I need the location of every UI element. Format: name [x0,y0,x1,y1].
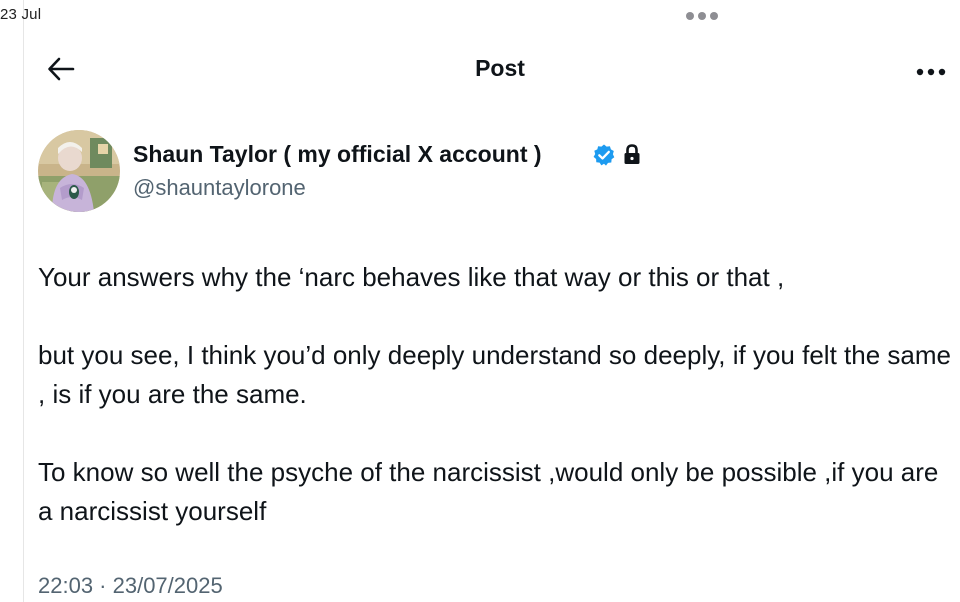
post-paragraph: To know so well the psyche of the narcis… [38,457,939,526]
page-title: Post [475,55,525,81]
post-paragraph: Your answers why the ‘narc behaves like … [38,262,785,292]
post-paragraph: but you see, I think you’d only deeply u… [38,340,951,409]
multitasking-dots-icon[interactable] [686,12,718,20]
verified-badge-icon[interactable] [592,143,616,167]
status-bar-date: 23 Jul [0,6,42,23]
author-display-name[interactable]: Shaun Taylor ( my official X account ) [133,141,542,168]
left-divider [23,0,24,602]
author-handle[interactable]: @shauntaylorone [133,175,306,201]
avatar[interactable] [38,130,120,212]
post-timestamp[interactable]: 22:03 · 23/07/2025 [38,573,223,599]
post-text: Your answers why the ‘narc behaves like … [38,258,953,531]
more-options-icon[interactable] [914,64,948,76]
lock-icon [622,143,642,167]
post-detail-screen: 23 Jul Post Shaun Taylor (my official X… [0,0,960,602]
